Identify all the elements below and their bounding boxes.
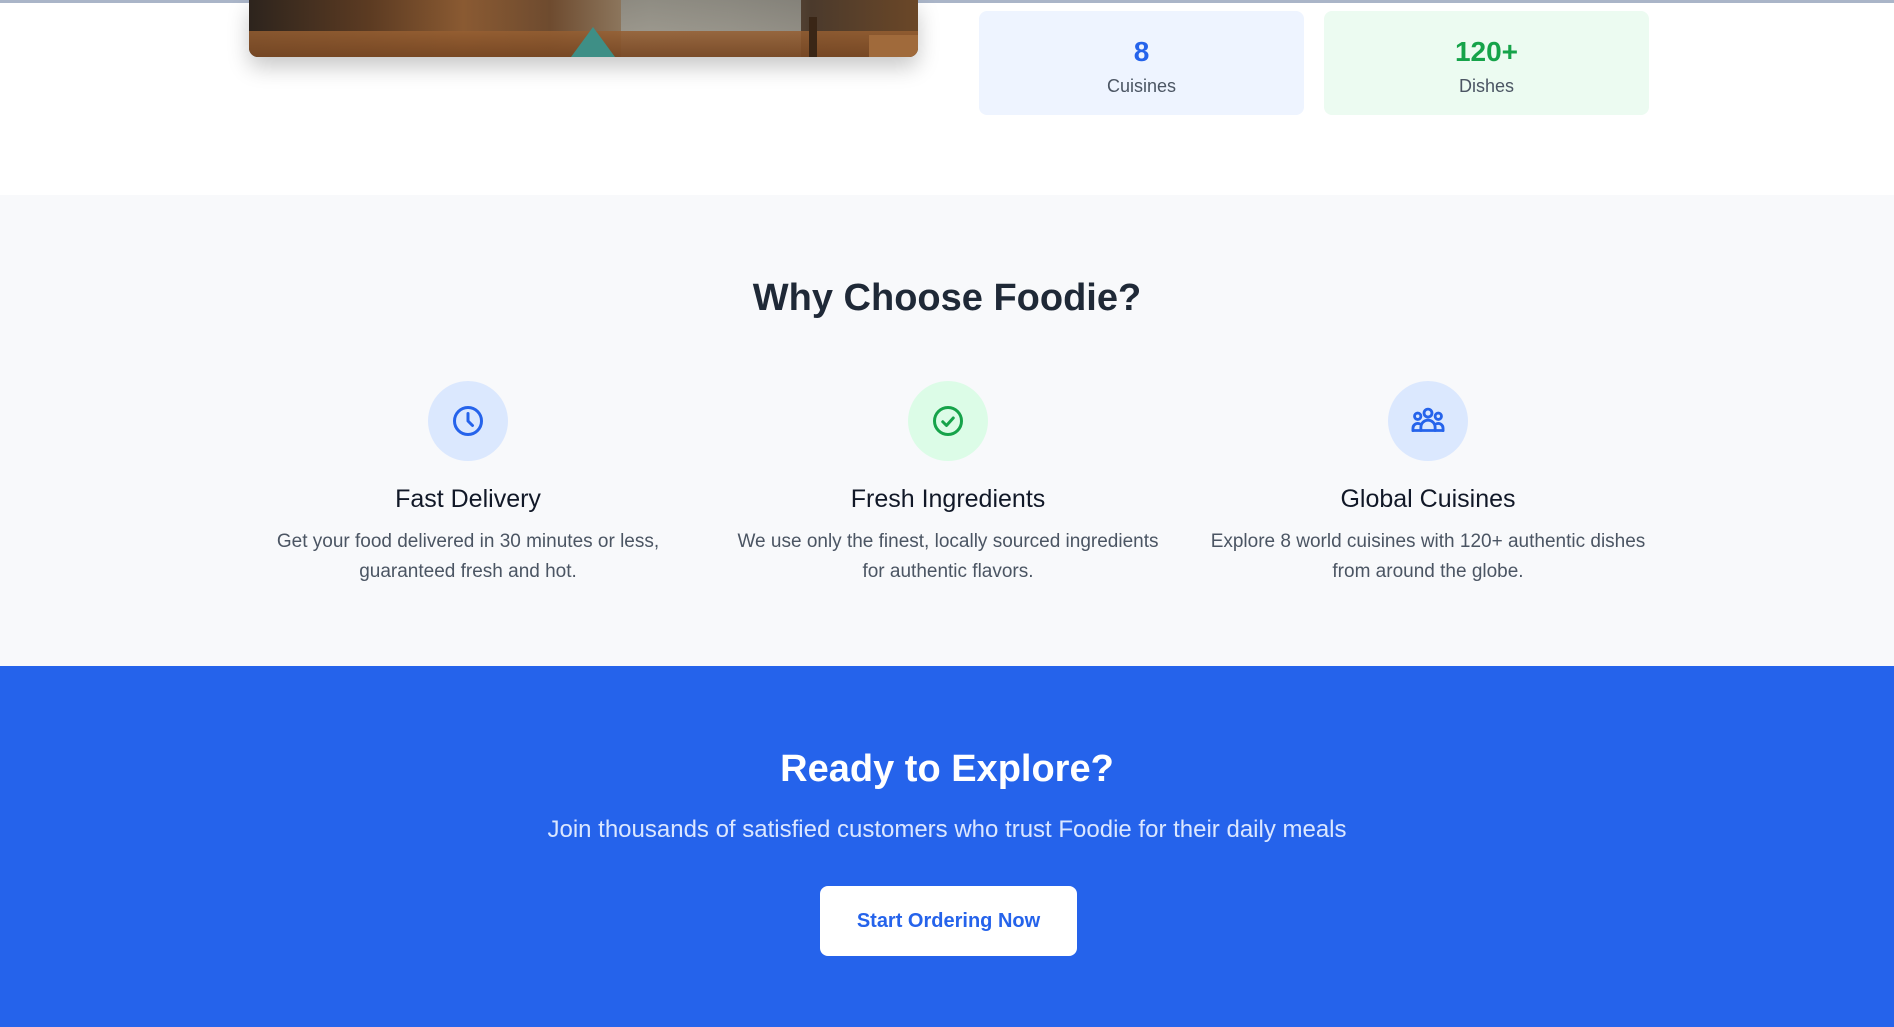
feature-global-cuisines: Global Cuisines Explore 8 world cuisines… — [1208, 381, 1648, 587]
stat-card-cuisines: 8 Cuisines — [979, 11, 1304, 115]
stat-value: 8 — [1133, 36, 1150, 67]
stat-label: Cuisines — [1106, 76, 1177, 96]
clock-icon — [428, 381, 508, 461]
restaurant-hero-image — [249, 0, 918, 57]
stat-card-dishes: 120+ Dishes — [1324, 11, 1649, 115]
feature-title: Fast Delivery — [395, 485, 541, 513]
feature-title: Global Cuisines — [1340, 485, 1516, 513]
feature-title: Fresh Ingredients — [850, 485, 1046, 513]
page: 8 Cuisines 120+ Dishes Why Choose Foodie… — [0, 0, 1894, 1027]
stat-value: 120+ — [1454, 36, 1519, 67]
stat-label: Dishes — [1458, 76, 1515, 96]
users-icon — [1388, 381, 1468, 461]
cta-section: Ready to Explore? Join thousands of sati… — [0, 666, 1894, 1027]
feature-fresh-ingredients: Fresh Ingredients We use only the finest… — [728, 381, 1168, 587]
feature-description: We use only the finest, locally sourced … — [737, 531, 1159, 582]
feature-fast-delivery: Fast Delivery Get your food delivered in… — [248, 381, 688, 587]
start-ordering-button[interactable]: Start Ordering Now — [820, 886, 1077, 956]
check-circle-icon — [908, 381, 988, 461]
cta-subtitle: Join thousands of satisfied customers wh… — [547, 816, 1347, 843]
feature-description: Get your food delivered in 30 minutes or… — [276, 531, 660, 582]
why-choose-section: Why Choose Foodie? Fast Delivery Get you… — [0, 195, 1894, 666]
section-title: Why Choose Foodie? — [752, 277, 1142, 319]
feature-description: Explore 8 world cuisines with 120+ authe… — [1210, 531, 1646, 582]
cta-title: Ready to Explore? — [780, 748, 1114, 790]
